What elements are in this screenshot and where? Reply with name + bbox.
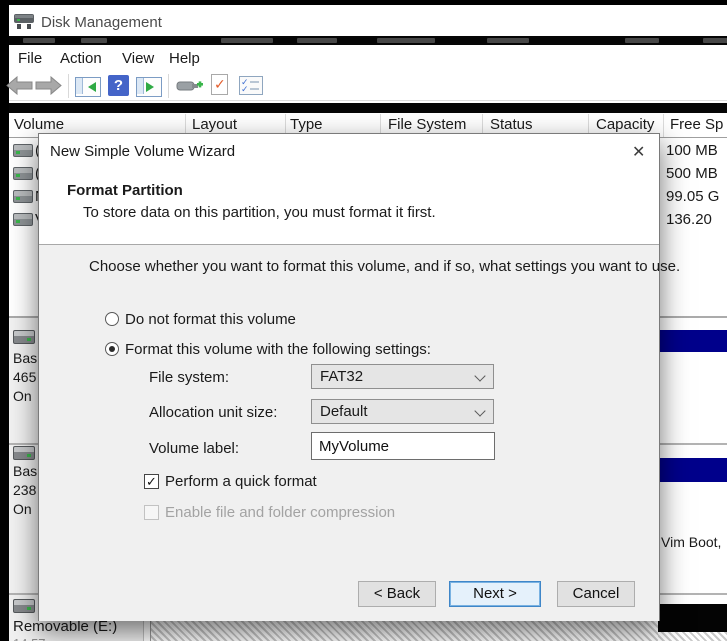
- allocation-unit-dropdown[interactable]: Default: [311, 399, 494, 424]
- radio-format-volume[interactable]: [105, 342, 119, 356]
- compression-label: Enable file and folder compression: [165, 504, 395, 521]
- disk0-type-partial: Bas: [13, 350, 37, 366]
- dialog-title: New Simple Volume Wizard: [50, 143, 235, 160]
- device-tool-icon[interactable]: [176, 78, 204, 94]
- column-free-space[interactable]: Free Sp: [670, 116, 723, 133]
- unallocated-bar: [658, 604, 727, 632]
- disk-icon: [13, 446, 35, 460]
- check-document-icon[interactable]: ✓: [211, 74, 228, 95]
- disk-icon: [13, 599, 35, 613]
- radio-do-not-format-label[interactable]: Do not format this volume: [125, 311, 296, 328]
- file-system-dropdown[interactable]: FAT32: [311, 364, 494, 389]
- radio-format-volume-label[interactable]: Format this volume with the following se…: [125, 341, 431, 358]
- free-space-value: 136.20: [666, 211, 712, 228]
- volume-icon: [13, 190, 33, 203]
- menu-help[interactable]: Help: [169, 50, 200, 67]
- forward-icon[interactable]: [35, 76, 62, 95]
- volume-label-label: Volume label:: [149, 440, 239, 457]
- free-space-value: 500 MB: [666, 165, 718, 182]
- radio-do-not-format[interactable]: [105, 312, 119, 326]
- new-simple-volume-wizard-dialog: New Simple Volume Wizard ✕ Format Partit…: [38, 133, 660, 621]
- volume-icon: [13, 167, 33, 180]
- allocation-unit-value: Default: [320, 403, 368, 420]
- removable-size-partial: 14.57: [13, 636, 46, 641]
- disk1-type-partial: Bas: [13, 463, 37, 479]
- column-type[interactable]: Type: [290, 116, 323, 133]
- quick-format-label[interactable]: Perform a quick format: [165, 473, 317, 490]
- free-space-value: 100 MB: [666, 142, 718, 159]
- column-layout[interactable]: Layout: [192, 116, 237, 133]
- toolbar-separator: [68, 74, 69, 98]
- step-subheading: To store data on this partition, you mus…: [83, 204, 436, 221]
- action-pane-icon[interactable]: [136, 77, 162, 97]
- console-tree-icon[interactable]: [75, 77, 101, 97]
- cancel-button[interactable]: Cancel: [557, 581, 635, 607]
- disk1-size-partial: 238: [13, 482, 36, 498]
- step-heading: Format Partition: [67, 182, 183, 199]
- volume-icon: [13, 144, 33, 157]
- menu-file[interactable]: File: [18, 50, 42, 67]
- volume-icon: [13, 213, 33, 226]
- close-icon[interactable]: ✕: [632, 142, 645, 162]
- disk0-size-partial: 465: [13, 369, 36, 385]
- unallocated-region: [658, 632, 727, 641]
- menu-view[interactable]: View: [122, 50, 154, 67]
- disk0-status-partial: On: [13, 388, 32, 404]
- column-file-system[interactable]: File System: [388, 116, 466, 133]
- free-space-value: 99.05 G: [666, 188, 719, 205]
- disk-icon: [13, 330, 35, 344]
- menu-action[interactable]: Action: [60, 50, 102, 67]
- toolbar-separator: [168, 74, 169, 98]
- file-system-value: FAT32: [320, 368, 363, 385]
- file-system-label: File system:: [149, 369, 229, 386]
- disk1-status-partial: On: [13, 501, 32, 517]
- column-volume[interactable]: Volume: [14, 116, 64, 133]
- disk1-partition-label-partial: Vim Boot,: [661, 534, 721, 550]
- next-button[interactable]: Next >: [449, 581, 541, 607]
- back-icon[interactable]: [6, 76, 33, 95]
- chevron-down-icon: [474, 370, 485, 381]
- background-band-middle: [9, 103, 727, 113]
- disk-management-app-icon: [13, 10, 35, 32]
- allocation-unit-label: Allocation unit size:: [149, 404, 277, 421]
- chevron-down-icon: [474, 405, 485, 416]
- help-icon[interactable]: ?: [108, 75, 129, 96]
- compression-checkbox: [144, 505, 159, 520]
- screen: Disk Management File Action View Help ?: [0, 0, 727, 641]
- column-capacity[interactable]: Capacity: [596, 116, 654, 133]
- quick-format-checkbox[interactable]: ✓: [144, 474, 159, 489]
- toolbar-divider: [9, 100, 727, 101]
- back-button[interactable]: < Back: [358, 581, 436, 607]
- instruction-text: Choose whether you want to format this v…: [89, 258, 680, 275]
- window-title: Disk Management: [41, 14, 162, 31]
- background-band-top: [9, 36, 727, 45]
- column-status[interactable]: Status: [490, 116, 533, 133]
- volume-label-input[interactable]: [311, 432, 495, 460]
- checklist-icon[interactable]: ✓ ✓: [239, 76, 263, 95]
